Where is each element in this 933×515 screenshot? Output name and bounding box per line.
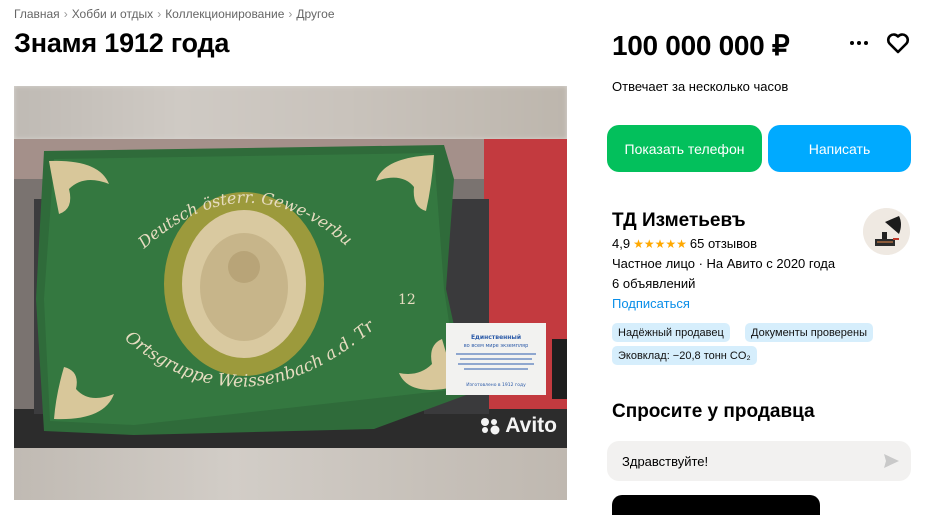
breadcrumb: Главная › Хобби и отдых › Коллекциониров… (14, 7, 335, 21)
dark-action-button[interactable] (612, 495, 820, 515)
photo-blur-top (14, 86, 567, 139)
banner-year: 12 (398, 292, 416, 308)
ask-seller-title: Спросите у продавца (612, 401, 815, 422)
seller-type: Частное лицо · На Авито с 2020 года (612, 256, 836, 271)
badge-reliable-seller[interactable]: Надёжный продавец (612, 323, 730, 342)
photo-blur-bottom (14, 448, 567, 500)
photo-gallery[interactable]: Deutsch österr. Gewe-verbund Ortsgruppe … (14, 86, 567, 500)
seller-name[interactable]: ТД Изметьевъ (612, 210, 746, 232)
seller-avatar[interactable] (863, 208, 910, 255)
seller-ads-count[interactable]: 6 объявлений (612, 276, 695, 291)
breadcrumb-item-hobby[interactable]: Хобби и отдых (72, 7, 154, 21)
heart-icon (886, 33, 910, 54)
gramophone-icon (863, 208, 910, 255)
rating-value: 4,9 (612, 236, 631, 251)
show-phone-button[interactable]: Показать телефон (607, 125, 762, 172)
breadcrumb-item-other[interactable]: Другое (296, 7, 334, 21)
listing-photo[interactable]: Deutsch österr. Gewe-verbund Ortsgruppe … (14, 139, 567, 448)
badge-eco-contribution[interactable]: Эковклад: −20,8 тонн CO₂ (612, 346, 757, 365)
breadcrumb-separator: › (63, 7, 68, 21)
breadcrumb-separator: › (288, 7, 293, 21)
avito-logo-icon (481, 418, 500, 435)
price: 100 000 000 ₽ (612, 30, 790, 61)
info-card-subtitle: во всем мире экземпляр (464, 343, 529, 349)
subscribe-link[interactable]: Подписаться (612, 296, 690, 311)
breadcrumb-item-collecting[interactable]: Коллекционирование (165, 7, 284, 21)
badge-documents-verified[interactable]: Документы проверены (745, 323, 874, 342)
reviews-link[interactable]: 65 отзывов (690, 236, 757, 251)
message-input[interactable] (607, 441, 911, 481)
favorite-button[interactable] (885, 30, 911, 56)
seller-rating[interactable]: 4,9 ★★★★★ 65 отзывов (612, 236, 757, 251)
more-options-button[interactable] (846, 28, 872, 58)
more-icon (850, 41, 868, 45)
rating-stars-icon: ★★★★★ (633, 236, 687, 251)
watermark-text: Avito (505, 414, 557, 437)
page-title: Знамя 1912 года (14, 28, 230, 58)
reply-time: Отвечает за несколько часов (612, 79, 789, 94)
breadcrumb-item-home[interactable]: Главная (14, 7, 60, 21)
avito-watermark: Avito (480, 414, 557, 438)
send-icon[interactable] (882, 452, 900, 470)
info-card-footer: Изготовлено в 1912 году (466, 382, 526, 388)
breadcrumb-separator: › (157, 7, 162, 21)
write-message-button[interactable]: Написать (768, 125, 911, 172)
info-card-title: Единственный (471, 334, 521, 341)
